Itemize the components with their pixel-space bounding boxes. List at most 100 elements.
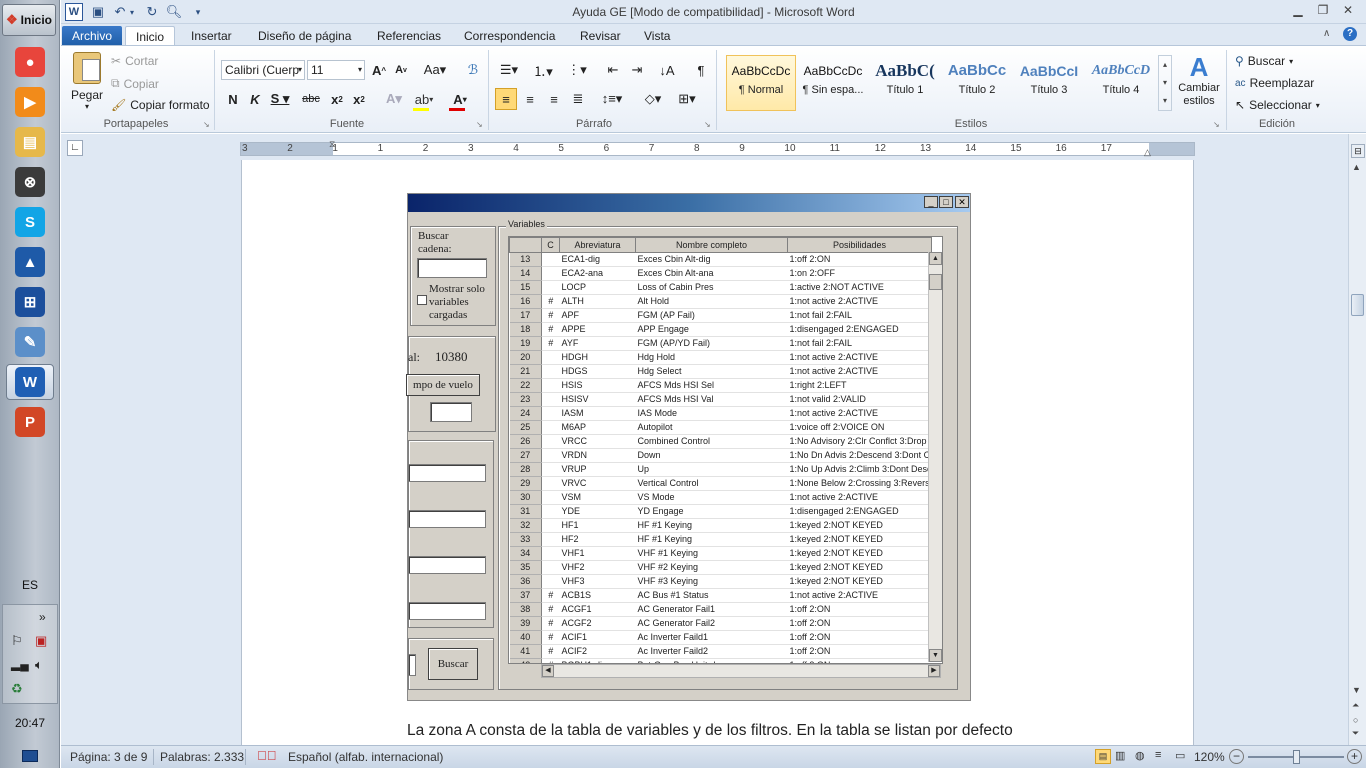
minimize-ribbon-icon[interactable]: ∧	[1323, 28, 1330, 39]
minimize-button[interactable]: ▁	[1286, 0, 1310, 20]
sort-icon[interactable]: ↓A	[657, 59, 677, 81]
tab-diseno-pagina[interactable]: Diseño de página	[248, 26, 361, 46]
outline-view-icon[interactable]: ≡	[1155, 749, 1161, 761]
font-family-combo[interactable]: Calibri (Cuerp ▾	[221, 60, 305, 80]
taskbar-chrome-button[interactable]: ●	[6, 44, 54, 80]
proofing-icon[interactable]: ✓⃞	[257, 748, 277, 763]
increase-indent-icon[interactable]: ⇥	[627, 59, 647, 81]
horizontal-ruler[interactable]: 3 2 1 1 2 3 4 5 6 7 8 9 10 11 12 13 14 15 16 17 ⧖ △	[240, 139, 1195, 158]
zoom-level[interactable]: 120%	[1194, 750, 1225, 764]
font-size-combo[interactable]: 11 ▾	[307, 60, 365, 80]
scroll-down-icon[interactable]: ▼	[1352, 685, 1361, 695]
right-indent-marker-icon[interactable]: △	[1144, 147, 1151, 158]
tab-correspondencia[interactable]: Correspondencia	[454, 26, 565, 46]
font-color-icon[interactable]: A ▾	[447, 88, 473, 110]
taskbar-powerpoint-button[interactable]: P	[6, 404, 54, 440]
align-center-icon[interactable]: ≡	[519, 88, 541, 110]
reading-view-icon[interactable]: ▥	[1115, 749, 1125, 762]
undo-dropdown-icon[interactable]: ▾	[127, 3, 137, 21]
print-layout-view-icon[interactable]: ▤	[1095, 749, 1111, 764]
style-heading-2[interactable]: AaBbCc Título 2	[942, 55, 1012, 111]
style-normal[interactable]: AaBbCcDc ¶ Normal	[726, 55, 796, 111]
network-icon[interactable]: ▂▄	[11, 657, 29, 671]
numbering-icon[interactable]: ⒈▾	[529, 59, 557, 81]
find-button[interactable]: ⚲ Buscar ▾	[1235, 54, 1293, 68]
multilevel-list-icon[interactable]: ⋮▾	[563, 59, 591, 81]
shading-icon[interactable]: ◇▾	[639, 88, 667, 110]
style-heading-3[interactable]: AaBbCcI Título 3	[1014, 55, 1084, 111]
bullets-icon[interactable]: ☰▾	[495, 59, 523, 81]
italic-icon[interactable]: K	[245, 88, 265, 110]
indent-marker-icon[interactable]: ⧖	[329, 139, 335, 150]
ruler-toggle-icon[interactable]: ⊟	[1351, 144, 1365, 158]
taskbar-skype-button[interactable]: S	[6, 204, 54, 240]
scroll-thumb[interactable]	[1351, 294, 1364, 316]
underline-icon[interactable]: S ▾	[267, 88, 293, 110]
line-spacing-icon[interactable]: ↕≡▾	[597, 88, 627, 110]
draft-view-icon[interactable]: ▭	[1175, 749, 1185, 762]
font-launcher-icon[interactable]: ↘	[476, 120, 483, 129]
document-body-text[interactable]: La zona A consta de la tabla de variable…	[407, 722, 1013, 740]
help-icon[interactable]: ?	[1343, 27, 1357, 41]
grow-font-icon[interactable]: A ^	[369, 59, 389, 81]
justify-icon[interactable]: ≣	[567, 88, 589, 110]
clear-formatting-icon[interactable]: ℬ	[463, 59, 483, 81]
tab-revisar[interactable]: Revisar	[570, 26, 631, 46]
scroll-up-icon[interactable]: ▲	[1352, 162, 1361, 172]
zoom-out-icon[interactable]: −	[1229, 749, 1244, 764]
next-page-icon[interactable]: ⏷	[1352, 728, 1359, 739]
volume-icon[interactable]: 🔈︎	[35, 657, 43, 673]
page-indicator[interactable]: Página: 3 de 9	[70, 750, 147, 764]
strikethrough-icon[interactable]: abc	[299, 88, 323, 110]
print-preview-icon[interactable]: 🔍︎	[165, 3, 183, 21]
text-effects-icon[interactable]: A▾	[383, 88, 405, 110]
tab-insertar[interactable]: Insertar	[181, 26, 242, 46]
tab-inicio[interactable]: Inicio	[125, 26, 176, 46]
action-center-flag-icon[interactable]: ⚐	[11, 633, 23, 649]
change-styles-button[interactable]: A Cambiar estilos	[1174, 52, 1224, 108]
taskbar-file-explorer-button[interactable]: ▤	[6, 124, 54, 160]
align-left-icon[interactable]: ≡	[495, 88, 517, 110]
paste-button[interactable]: Pegar ▾	[69, 52, 105, 114]
highlight-icon[interactable]: ab ▾	[411, 88, 437, 110]
taskbar-word-button[interactable]: W	[6, 364, 54, 400]
shrink-font-icon[interactable]: Av	[391, 59, 411, 81]
language-status[interactable]: Español (alfab. internacional)	[288, 750, 443, 764]
decrease-indent-icon[interactable]: ⇤	[603, 59, 623, 81]
styles-scroll[interactable]: ▴ ▾ ▾	[1158, 55, 1172, 111]
redo-icon[interactable]: ↻	[143, 3, 161, 21]
zoom-slider-thumb[interactable]	[1293, 750, 1300, 764]
taskbar-steering-app-button[interactable]: ⊗	[6, 164, 54, 200]
clipboard-launcher-icon[interactable]: ↘	[203, 120, 210, 129]
taskbar-windows-update-button[interactable]: ⊞	[6, 284, 54, 320]
show-marks-icon[interactable]: ¶	[691, 59, 711, 81]
subscript-icon[interactable]: x2	[327, 88, 347, 110]
save-icon[interactable]: ▣	[89, 3, 107, 21]
styles-launcher-icon[interactable]: ↘	[1213, 120, 1220, 129]
zoom-in-icon[interactable]: +	[1347, 749, 1362, 764]
cut-button[interactable]: ✂ Cortar	[111, 54, 158, 68]
device-icon[interactable]: ▣	[35, 633, 47, 649]
language-indicator[interactable]: ES	[0, 578, 60, 592]
clock[interactable]: 20:47	[0, 716, 60, 730]
align-right-icon[interactable]: ≡	[543, 88, 565, 110]
close-button[interactable]: ✕	[1336, 0, 1360, 20]
replace-button[interactable]: ac Reemplazar	[1235, 76, 1314, 90]
start-button[interactable]: ❖ Inicio	[2, 4, 56, 36]
borders-icon[interactable]: ⊞▾	[673, 88, 701, 110]
taskbar-notepad-button[interactable]: ✎	[6, 324, 54, 360]
paragraph-launcher-icon[interactable]: ↘	[704, 120, 711, 129]
select-button[interactable]: ↖ Seleccionar ▾	[1235, 98, 1320, 112]
copy-button[interactable]: ⧉ Copiar	[111, 76, 159, 91]
word-app-icon[interactable]: W	[65, 3, 83, 21]
previous-page-icon[interactable]: ⏶	[1352, 700, 1359, 711]
tab-referencias[interactable]: Referencias	[367, 26, 451, 46]
format-painter-button[interactable]: 🖌︎ Copiar formato	[111, 98, 210, 112]
customize-toolbar-icon[interactable]: ▾	[189, 3, 207, 21]
show-hidden-icons-chevron-icon[interactable]: »	[39, 610, 46, 624]
recycle-icon[interactable]: ♻	[11, 681, 23, 697]
browse-object-icon[interactable]: ○	[1353, 715, 1358, 725]
tab-vista[interactable]: Vista	[634, 26, 680, 46]
word-count[interactable]: Palabras: 2.333	[160, 750, 244, 764]
taskbar-media-player-button[interactable]: ▶	[6, 84, 54, 120]
